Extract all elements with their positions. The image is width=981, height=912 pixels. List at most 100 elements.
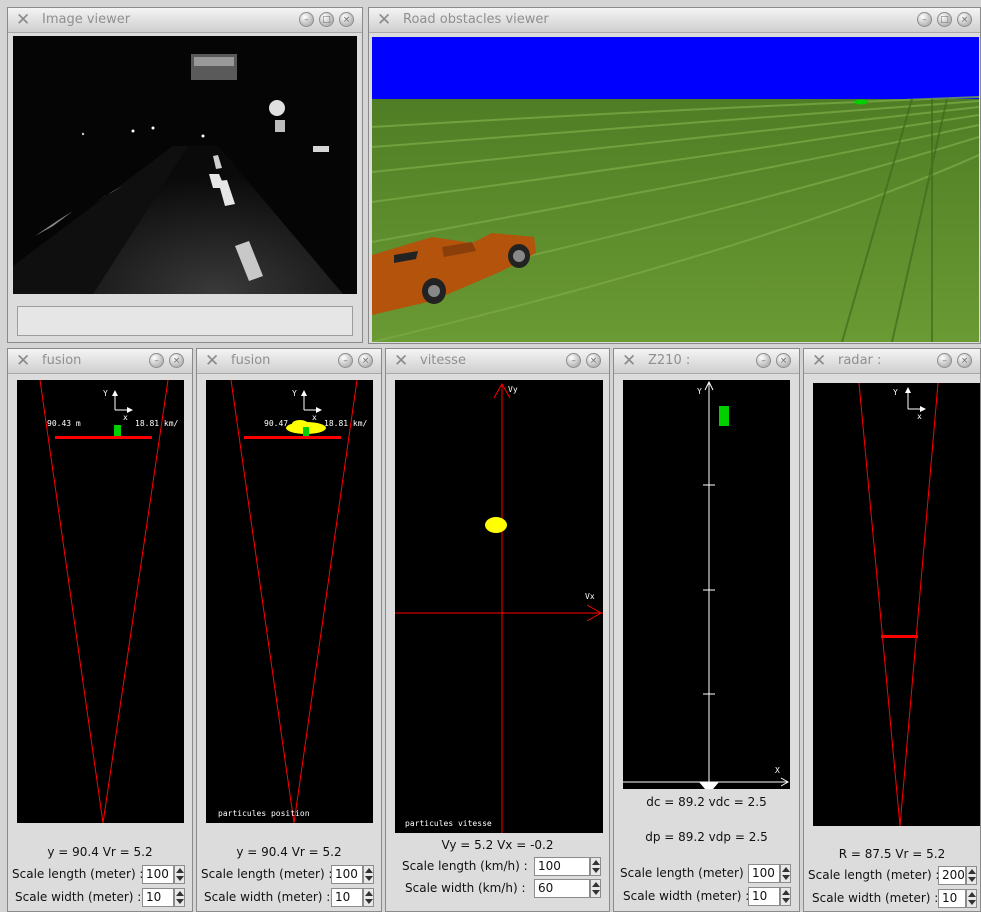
scale-width-row: Scale width (meter) : 10 bbox=[197, 888, 381, 908]
scale-length-spinner[interactable] bbox=[966, 866, 977, 885]
fusion-readout: y = 90.4 Vr = 5.2 bbox=[47, 845, 153, 859]
scale-width-spinner[interactable] bbox=[590, 879, 601, 898]
x-mark-icon[interactable]: ✕ bbox=[622, 351, 636, 371]
speed-label: 18.81 km/ bbox=[135, 419, 179, 428]
scale-length-row: Scale length (meter) : 100 bbox=[8, 865, 192, 885]
minimize-icon[interactable]: – bbox=[937, 353, 952, 368]
radar-titlebar[interactable]: ✕ radar : – × bbox=[804, 349, 980, 374]
fusion-titlebar[interactable]: ✕ fusion – × bbox=[8, 349, 192, 374]
scale-width-spinner[interactable] bbox=[363, 888, 374, 907]
x-mark-icon[interactable]: ✕ bbox=[16, 351, 30, 371]
scale-width-row: Scale width (km/h) : 60 bbox=[386, 879, 609, 899]
image-viewer-window: ✕ Image viewer – □ × bbox=[7, 7, 363, 343]
axis-y-label: Y bbox=[103, 389, 108, 398]
x-mark-icon[interactable]: ✕ bbox=[812, 351, 826, 371]
distance-label: 90.47 bbox=[264, 419, 288, 428]
axis-x-label: X bbox=[775, 766, 780, 775]
scale-length-input[interactable]: 100 bbox=[331, 865, 363, 884]
plot-caption: particules vitesse bbox=[405, 819, 492, 828]
vitesse-titlebar[interactable]: ✕ vitesse – × bbox=[386, 349, 609, 374]
vitesse-readout: Vy = 5.2 Vx = -0.2 bbox=[441, 838, 554, 852]
window-title: radar : bbox=[838, 353, 882, 368]
scale-length-input[interactable]: 100 bbox=[142, 865, 174, 884]
close-icon[interactable]: × bbox=[169, 353, 184, 368]
close-icon[interactable]: × bbox=[358, 353, 373, 368]
fusion-readout: y = 90.4 Vr = 5.2 bbox=[236, 845, 342, 859]
scale-width-input[interactable]: 10 bbox=[748, 887, 780, 906]
sensor-fov-right bbox=[102, 380, 169, 823]
scale-width-input[interactable]: 10 bbox=[331, 888, 363, 907]
scale-length-spinner[interactable] bbox=[174, 865, 185, 884]
minimize-icon[interactable]: – bbox=[566, 353, 581, 368]
scale-width-spinner[interactable] bbox=[780, 887, 791, 906]
x-mark-icon[interactable]: ✕ bbox=[394, 351, 408, 371]
scale-width-input[interactable]: 60 bbox=[534, 879, 590, 898]
axis-x-label: x bbox=[312, 413, 317, 422]
road-obstacles-viewer-window: ✕ Road obstacles viewer – □ × bbox=[368, 7, 981, 344]
image-viewer-statusbar bbox=[17, 306, 353, 336]
minimize-icon[interactable]: – bbox=[149, 353, 164, 368]
axis-y-label: Y bbox=[893, 388, 898, 397]
scale-width-spinner[interactable] bbox=[966, 889, 977, 908]
close-icon[interactable]: × bbox=[776, 353, 791, 368]
sensor-fov-left bbox=[39, 380, 104, 823]
scale-length-label: Scale length (meter) : bbox=[620, 866, 752, 880]
scale-length-spinner[interactable] bbox=[590, 857, 601, 876]
scale-length-label: Scale length (meter) : bbox=[808, 868, 940, 882]
image-viewer-titlebar[interactable]: ✕ Image viewer – □ × bbox=[8, 8, 362, 33]
scale-width-label: Scale width (meter) : bbox=[204, 890, 331, 904]
fusion-plot-2: Y x 90.47 18.81 km/ particules position bbox=[206, 380, 373, 823]
axis-x-label: x bbox=[917, 412, 922, 421]
x-mark-icon[interactable]: ✕ bbox=[377, 10, 391, 30]
window-title: fusion bbox=[231, 353, 271, 368]
close-icon[interactable]: × bbox=[339, 12, 354, 27]
axis-vy-label: Vy bbox=[508, 385, 518, 394]
axis-y-label: Y bbox=[697, 387, 702, 396]
z210-titlebar[interactable]: ✕ Z210 : – × bbox=[614, 349, 799, 374]
scale-length-input[interactable]: 200 bbox=[938, 866, 966, 885]
minimize-icon[interactable]: – bbox=[756, 353, 771, 368]
detection-bar bbox=[881, 635, 918, 638]
road-viewer-titlebar[interactable]: ✕ Road obstacles viewer – □ × bbox=[369, 8, 980, 33]
vitesse-window: ✕ vitesse – × Vy Vx particules vitesse V… bbox=[385, 348, 610, 912]
minimize-icon[interactable]: – bbox=[338, 353, 353, 368]
scale-width-row: Scale width (meter) : 10 bbox=[8, 888, 192, 908]
road-3d-scene bbox=[372, 37, 979, 342]
scale-width-label: Scale width (meter) : bbox=[15, 890, 142, 904]
fusion-titlebar[interactable]: ✕ fusion – × bbox=[197, 349, 381, 374]
scale-length-row: Scale length (meter) : 100 bbox=[614, 864, 799, 884]
x-mark-icon[interactable]: ✕ bbox=[16, 10, 30, 30]
scale-width-input[interactable]: 10 bbox=[938, 889, 966, 908]
scale-length-row: Scale length (km/h) : 100 bbox=[386, 857, 609, 877]
scale-length-spinner[interactable] bbox=[780, 864, 791, 883]
distance-label: 90.43 m bbox=[47, 419, 81, 428]
radar-plot: Y x bbox=[813, 383, 980, 826]
radar-window: ✕ radar : – × Y x R = 87.5 Vr = 5.2 Scal… bbox=[803, 348, 981, 912]
scale-length-spinner[interactable] bbox=[363, 865, 374, 884]
close-icon[interactable]: × bbox=[957, 353, 972, 368]
minimize-icon[interactable]: – bbox=[299, 12, 314, 27]
sensor-fov-left bbox=[230, 380, 295, 823]
scale-width-spinner[interactable] bbox=[174, 888, 185, 907]
sensor-fov-right bbox=[293, 380, 358, 823]
fusion-plot-1: Y x 90.43 m 18.81 km/ bbox=[17, 380, 184, 823]
detection-bar bbox=[55, 436, 152, 439]
scale-length-input[interactable]: 100 bbox=[748, 864, 780, 883]
scale-width-input[interactable]: 10 bbox=[142, 888, 174, 907]
z210-plot: Y X bbox=[623, 380, 790, 789]
speed-label: 18.81 km/ bbox=[324, 419, 368, 428]
scale-width-row: Scale width (meter) : 10 bbox=[614, 887, 799, 907]
scale-length-label: Scale length (km/h) : bbox=[402, 859, 528, 873]
scale-length-input[interactable]: 100 bbox=[534, 857, 590, 876]
x-mark-icon[interactable]: ✕ bbox=[205, 351, 219, 371]
maximize-icon[interactable]: □ bbox=[319, 12, 334, 27]
maximize-icon[interactable]: □ bbox=[937, 12, 952, 27]
close-icon[interactable]: × bbox=[957, 12, 972, 27]
scale-length-row: Scale length (meter) : 100 bbox=[197, 865, 381, 885]
minimize-icon[interactable]: – bbox=[917, 12, 932, 27]
dc-readout: dc = 89.2 vdc = 2.5 bbox=[646, 795, 767, 809]
window-title: vitesse bbox=[420, 353, 466, 368]
target-marker bbox=[114, 425, 121, 436]
close-icon[interactable]: × bbox=[586, 353, 601, 368]
sensor-fov-right bbox=[899, 383, 939, 826]
